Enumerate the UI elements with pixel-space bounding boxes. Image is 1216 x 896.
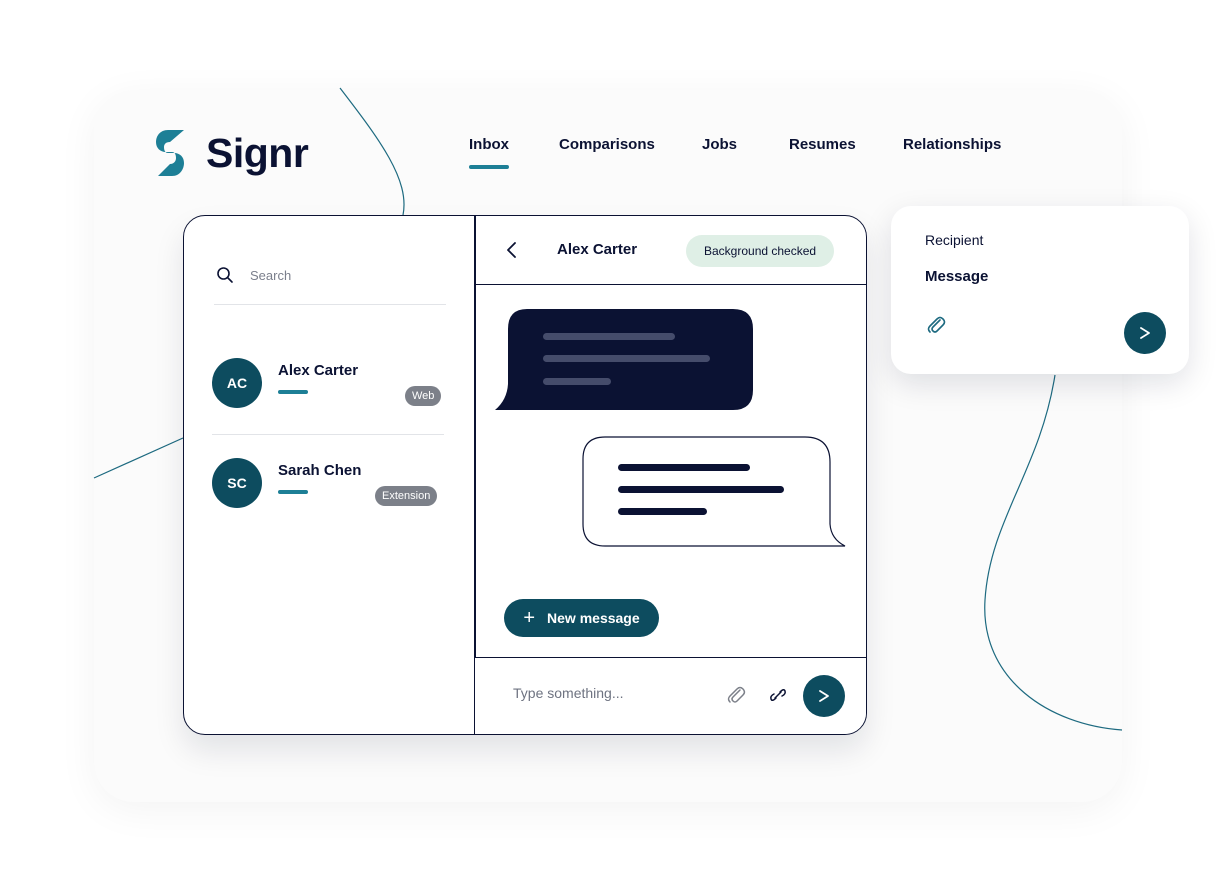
contact-preview-line (278, 390, 308, 394)
source-tag: Extension (375, 486, 438, 506)
tab-jobs[interactable]: Jobs (702, 136, 737, 153)
avatar: SC (212, 458, 262, 508)
recipient-field[interactable]: Recipient (925, 232, 983, 248)
tab-inbox[interactable]: Inbox (469, 136, 509, 153)
send-button[interactable] (1124, 312, 1166, 354)
compose-card: Recipient Message (891, 206, 1189, 374)
plus-icon: + (523, 607, 536, 629)
contact-preview-line (278, 490, 308, 494)
contact-item-sarah-chen[interactable]: SC Sarah Chen Extension (212, 434, 444, 534)
send-arrow-icon (819, 690, 829, 702)
tab-comparisons[interactable]: Comparisons (559, 136, 655, 153)
brand-name: Signr (206, 129, 309, 176)
brand-logo[interactable]: Signr (154, 128, 309, 178)
chat-title: Alex Carter (557, 241, 638, 258)
paperclip-icon[interactable] (725, 684, 747, 706)
active-tab-indicator (469, 165, 509, 169)
new-message-button[interactable]: + New message (504, 599, 659, 637)
contact-name: Alex Carter (278, 362, 359, 379)
search-icon (217, 267, 233, 283)
chevron-left-icon[interactable] (505, 240, 519, 260)
message-composer (475, 657, 866, 734)
new-message-label: New message (547, 610, 640, 626)
link-icon[interactable] (767, 684, 789, 706)
incoming-message-bubble (495, 309, 753, 410)
message-input[interactable] (511, 684, 715, 702)
tab-resumes[interactable]: Resumes (789, 136, 856, 153)
logo-mark-icon (156, 130, 184, 176)
message-field[interactable]: Message (925, 268, 988, 285)
tab-relationships[interactable]: Relationships (903, 136, 1001, 153)
contact-name: Sarah Chen (278, 462, 362, 479)
search-input[interactable] (248, 267, 432, 284)
chat-header: Alex Carter Background checked (475, 216, 866, 285)
status-badge: Background checked (686, 235, 835, 267)
send-arrow-icon (1140, 327, 1150, 339)
search-bar (214, 262, 446, 305)
source-tag: Web (405, 386, 442, 406)
contact-item-alex-carter[interactable]: AC Alex Carter Web (212, 334, 444, 435)
messaging-panel: AC Alex Carter Web SC Sarah Chen Extensi… (183, 215, 867, 735)
avatar: AC (212, 358, 262, 408)
paperclip-icon[interactable] (925, 314, 947, 336)
send-button[interactable] (803, 675, 845, 717)
outgoing-message-bubble (582, 436, 846, 547)
